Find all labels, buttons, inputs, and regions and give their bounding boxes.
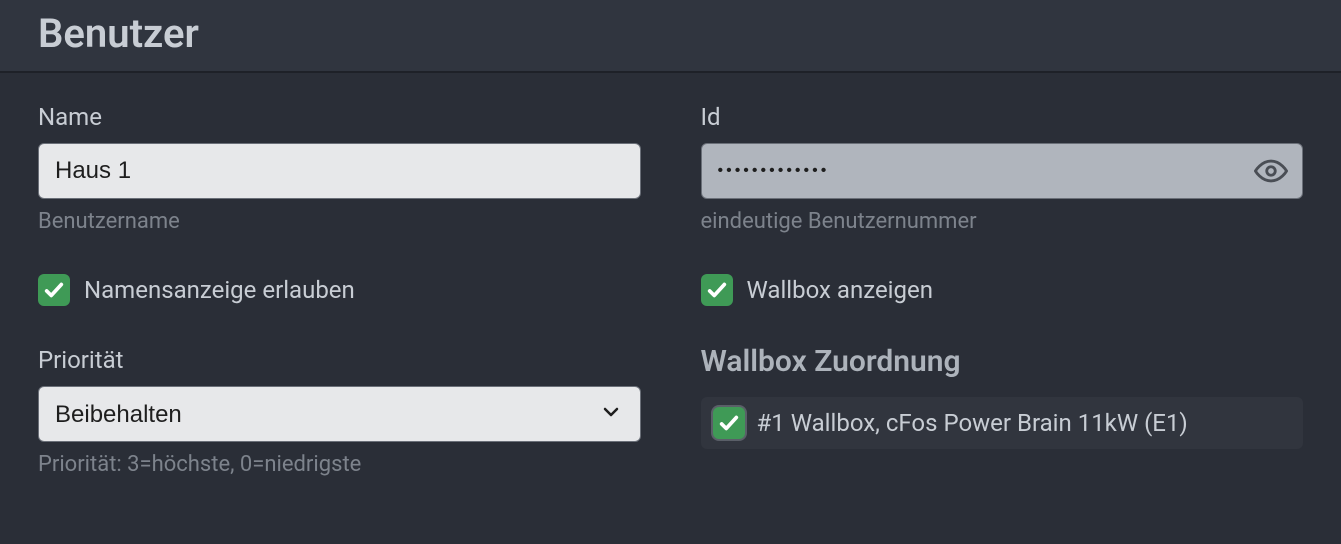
- eye-icon: [1254, 154, 1288, 188]
- wallbox-assignment-checkbox[interactable]: [711, 405, 747, 441]
- allow-name-display-checkbox[interactable]: [38, 274, 70, 306]
- show-wallbox-label: Wallbox anzeigen: [747, 276, 933, 304]
- left-column: Name Benutzername Namensanzeige erlauben…: [38, 103, 641, 477]
- wallbox-assignment-label: #1 Wallbox, cFos Power Brain 11kW (E1): [757, 409, 1188, 437]
- toggle-visibility-button[interactable]: [1251, 151, 1291, 191]
- show-wallbox-row: Wallbox anzeigen: [701, 274, 1304, 306]
- allow-name-display-row: Namensanzeige erlauben: [38, 274, 641, 306]
- name-label: Name: [38, 103, 641, 131]
- id-label: Id: [701, 103, 1304, 131]
- right-column: Id eindeutige Benutzernummer Wallbox anz…: [701, 103, 1304, 477]
- id-helper: eindeutige Benutzernummer: [701, 209, 1304, 234]
- show-wallbox-checkbox[interactable]: [701, 274, 733, 306]
- priority-label: Priorität: [38, 346, 641, 374]
- priority-select[interactable]: Beibehalten: [38, 386, 641, 442]
- id-input[interactable]: [701, 143, 1304, 199]
- name-input[interactable]: [38, 143, 641, 199]
- page-title: Benutzer: [38, 10, 1303, 57]
- allow-name-display-label: Namensanzeige erlauben: [84, 276, 355, 304]
- name-helper: Benutzername: [38, 209, 641, 234]
- page-header: Benutzer: [0, 0, 1341, 73]
- wallbox-assignment-heading: Wallbox Zuordnung: [701, 344, 1304, 379]
- priority-helper: Priorität: 3=höchste, 0=niedrigste: [38, 452, 641, 477]
- wallbox-assignment-row: #1 Wallbox, cFos Power Brain 11kW (E1): [701, 397, 1304, 449]
- check-icon: [706, 279, 728, 301]
- content-area: Name Benutzername Namensanzeige erlauben…: [0, 73, 1341, 477]
- check-icon: [43, 279, 65, 301]
- check-icon: [718, 412, 740, 434]
